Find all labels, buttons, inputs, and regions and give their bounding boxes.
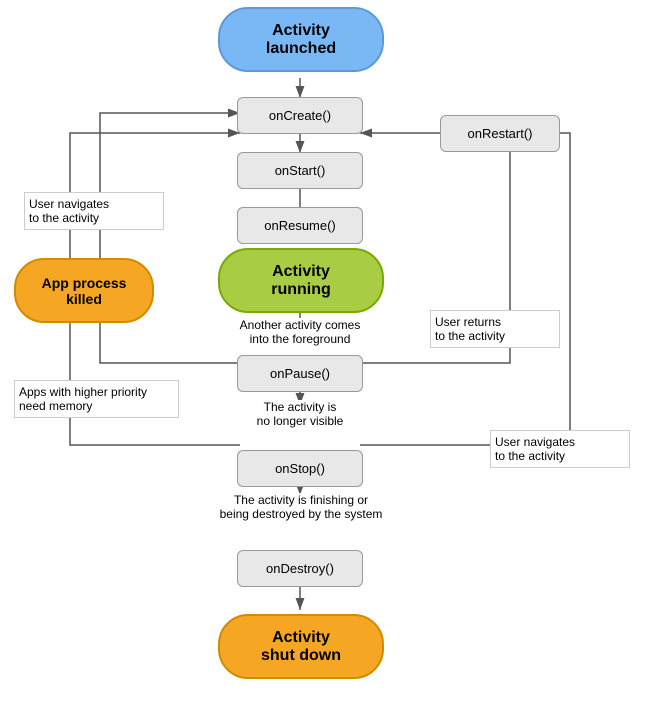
user-navigates-right-label: User navigates to the activity: [490, 430, 630, 468]
apps-higher-priority-label: Apps with higher priority need memory: [14, 380, 179, 418]
activity-launched-node: Activity launched: [218, 7, 384, 72]
on-pause-label: onPause(): [270, 366, 330, 381]
user-returns-label: User returns to the activity: [430, 310, 560, 348]
activity-running-label: Activity running: [271, 263, 331, 299]
on-resume-node: onResume(): [237, 207, 363, 244]
on-start-node: onStart(): [237, 152, 363, 189]
android-lifecycle-diagram: Activity launched onCreate() onStart() o…: [0, 0, 652, 710]
app-process-killed-node: App process killed: [14, 258, 154, 323]
another-activity-label: Another activity comes into the foregrou…: [186, 318, 414, 346]
on-pause-node: onPause(): [237, 355, 363, 392]
activity-finishing-label: The activity is finishing or being destr…: [172, 493, 430, 521]
activity-running-node: Activity running: [218, 248, 384, 313]
app-process-killed-label: App process killed: [42, 275, 127, 307]
on-restart-node: onRestart(): [440, 115, 560, 152]
on-restart-label: onRestart(): [467, 126, 532, 141]
on-destroy-node: onDestroy(): [237, 550, 363, 587]
activity-shutdown-label: Activity shut down: [261, 629, 341, 665]
on-stop-node: onStop(): [237, 450, 363, 487]
activity-launched-label: Activity launched: [266, 22, 336, 58]
on-stop-label: onStop(): [275, 461, 325, 476]
on-start-label: onStart(): [275, 163, 326, 178]
on-resume-label: onResume(): [264, 218, 336, 233]
on-destroy-label: onDestroy(): [266, 561, 334, 576]
activity-shutdown-node: Activity shut down: [218, 614, 384, 679]
on-create-label: onCreate(): [269, 108, 331, 123]
user-navigates-left-label: User navigates to the activity: [24, 192, 164, 230]
on-create-node: onCreate(): [237, 97, 363, 134]
activity-no-longer-visible-label: The activity is no longer visible: [200, 400, 400, 428]
